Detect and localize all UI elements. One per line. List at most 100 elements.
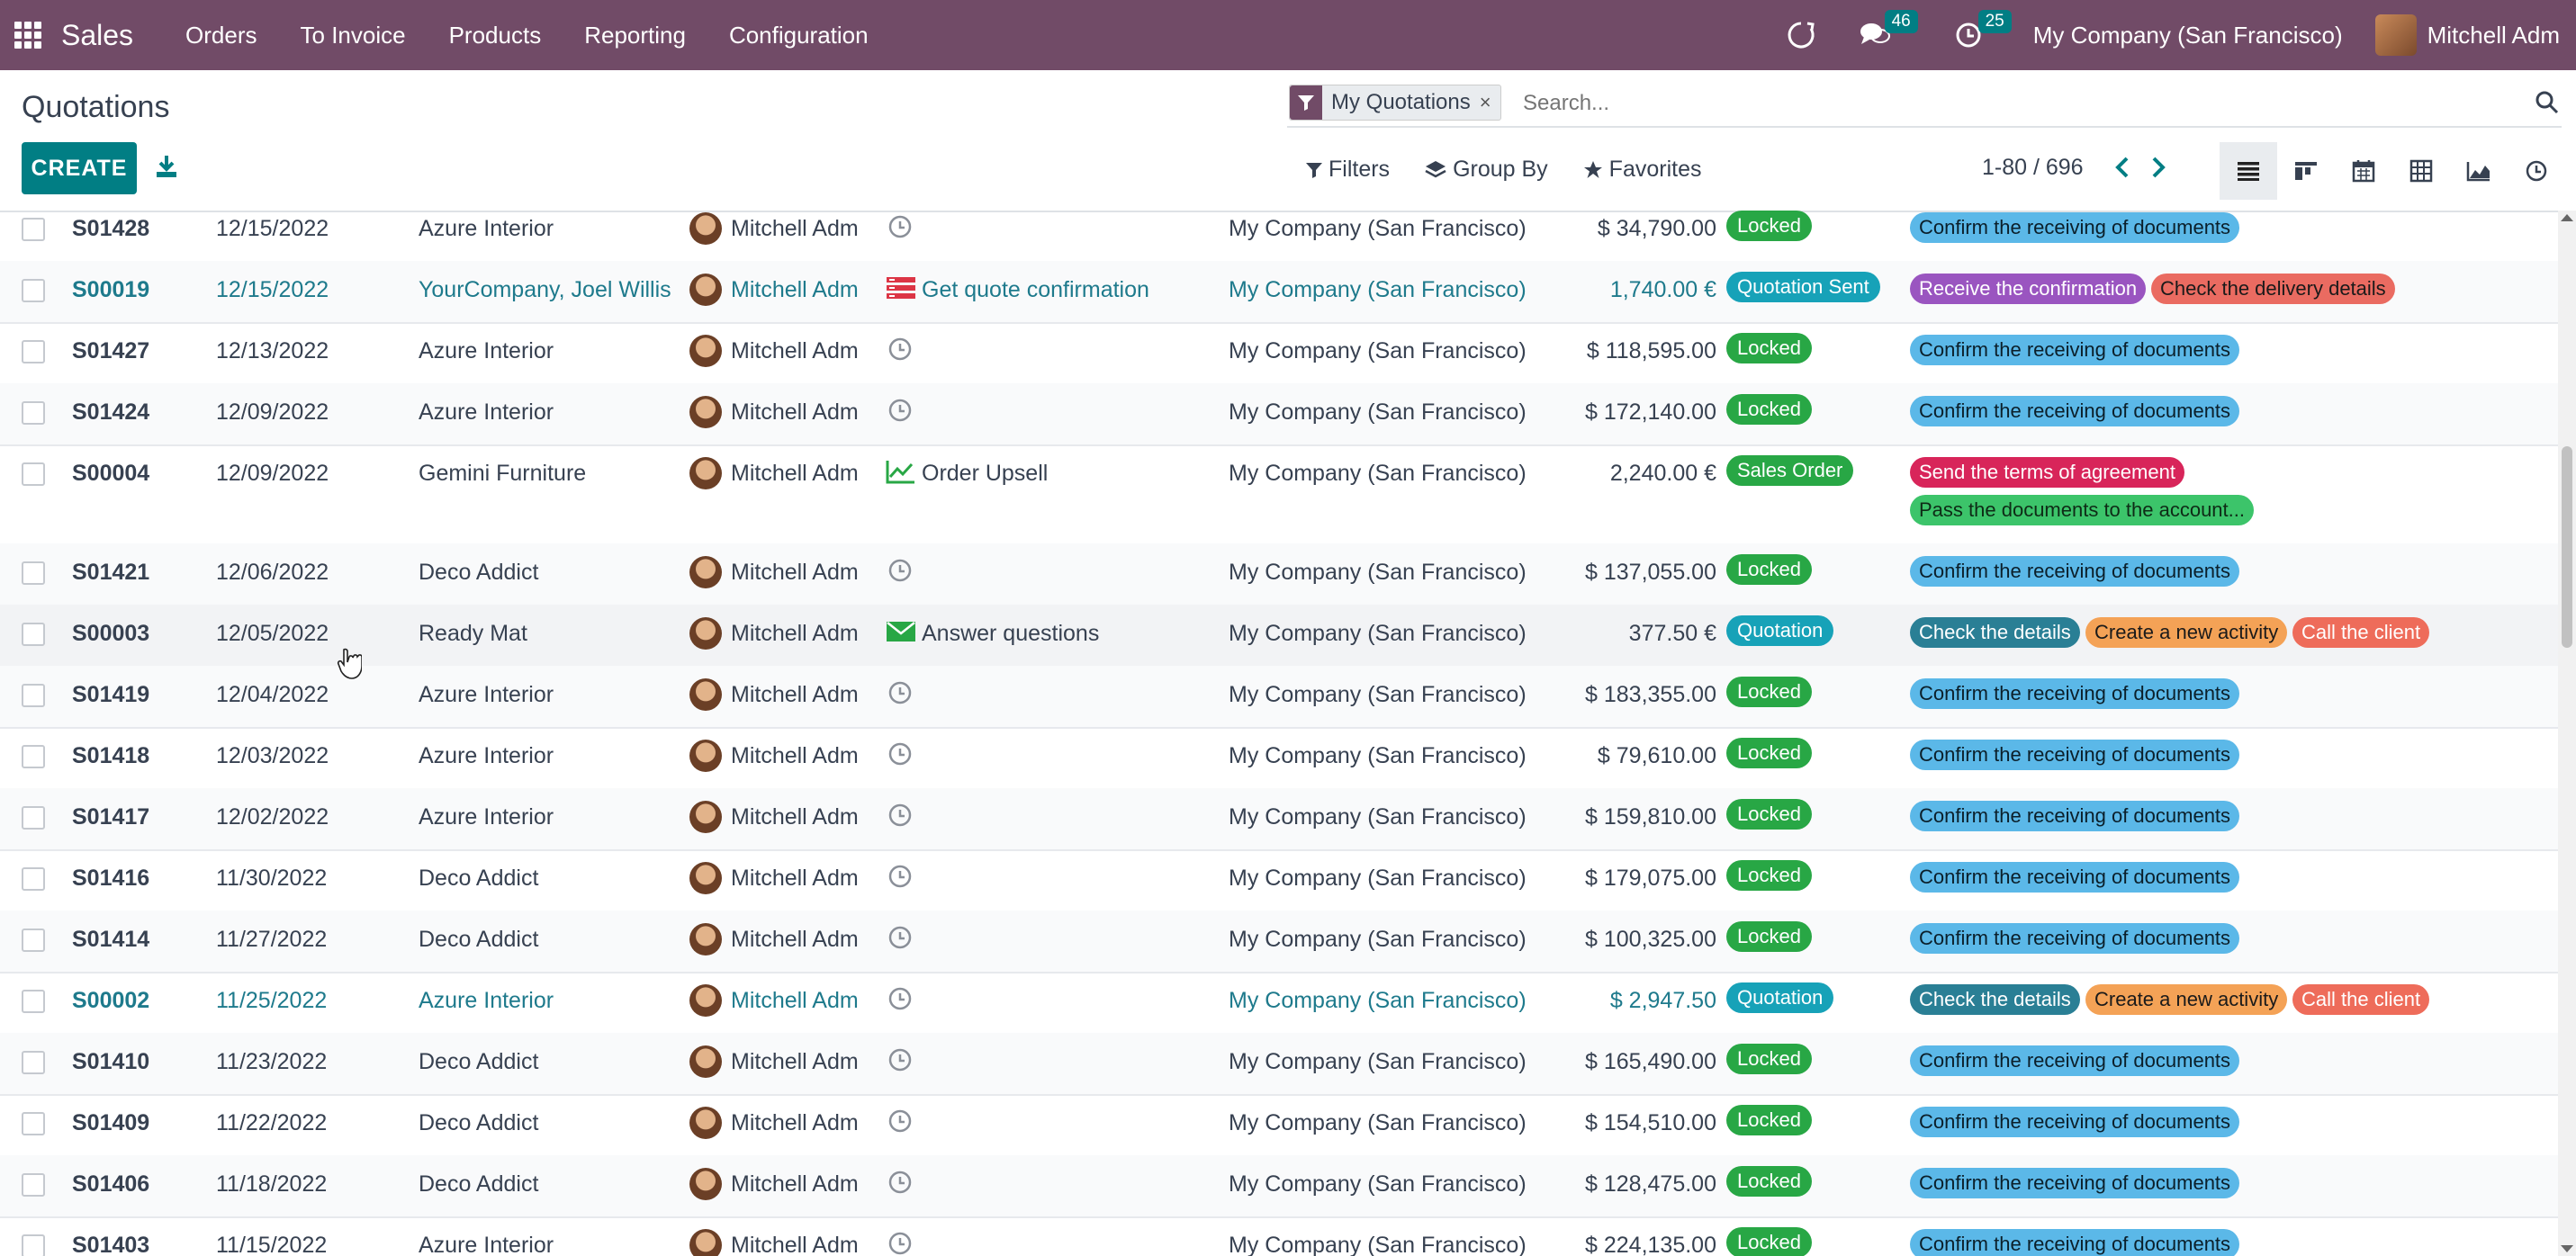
clock-icon[interactable] [887,986,913,1011]
row-checkbox[interactable] [22,462,45,486]
graph-view-icon[interactable] [2450,142,2508,200]
chart-icon[interactable] [886,459,916,484]
table-row[interactable]: S01406 11/18/2022 Deco Addict Mitchell Adm M… [0,1155,2558,1218]
row-checkbox[interactable] [22,1234,45,1256]
activity-tag[interactable]: Confirm the receiving of documents [1910,1168,2240,1198]
scroll-thumb[interactable] [2562,446,2572,648]
activity-tag[interactable]: Send the terms of agreement [1910,457,2184,488]
pager-previous-icon[interactable] [2112,151,2133,184]
menu-configuration[interactable]: Configuration [707,22,890,49]
activity-tag[interactable]: Confirm the receiving of documents [1910,1229,2240,1256]
table-row[interactable]: S01403 11/15/2022 Azure Interior Mitchell A… [0,1216,2558,1256]
activity-summary[interactable]: Answer questions [922,621,1099,647]
clock-icon[interactable] [887,925,913,950]
row-checkbox[interactable] [22,1173,45,1197]
search-icon[interactable] [2535,90,2562,117]
activity-tag[interactable]: Create a new activity [2085,984,2288,1015]
activity-tag[interactable]: Pass the documents to the account... [1910,495,2254,525]
clock-icon[interactable] [887,336,913,362]
search-input[interactable] [1521,86,2497,121]
pivot-view-icon[interactable] [2392,142,2450,200]
download-icon[interactable] [153,153,180,180]
app-name[interactable]: Sales [61,19,133,52]
activity-tag[interactable]: Confirm the receiving of documents [1910,862,2240,893]
table-row[interactable]: S01427 12/13/2022 Azure Interior Mitchell A… [0,322,2558,385]
activity-tag[interactable]: Confirm the receiving of documents [1910,678,2240,709]
activity-tag[interactable]: Call the client [2292,617,2430,648]
clock-icon[interactable] [887,1047,913,1072]
row-checkbox[interactable] [22,401,45,425]
clock-icon[interactable] [887,214,913,239]
activity-summary[interactable]: Get quote confirmation [922,277,1149,303]
activity-tag[interactable]: Check the details [1910,617,2080,648]
menu-reporting[interactable]: Reporting [563,22,707,49]
table-row[interactable]: S01414 11/27/2022 Deco Addict Mitchell Adm M… [0,911,2558,973]
row-checkbox[interactable] [22,561,45,585]
row-checkbox[interactable] [22,623,45,646]
user-menu[interactable]: Mitchell Adm [2427,22,2560,49]
activity-tag[interactable]: Confirm the receiving of documents [1910,335,2240,365]
table-row[interactable]: S01421 12/06/2022 Deco Addict Mitchell Adm M… [0,543,2558,606]
table-row[interactable]: S01419 12/04/2022 Azure Interior Mitchell A… [0,666,2558,729]
table-row[interactable]: S00002 11/25/2022 Azure Interior Mitchell A… [0,972,2558,1035]
activity-tag[interactable]: Confirm the receiving of documents [1910,556,2240,587]
vertical-scrollbar[interactable] [2558,211,2576,1256]
user-avatar[interactable] [2374,14,2417,56]
table-row[interactable]: S01416 11/30/2022 Deco Addict Mitchell Adm M… [0,849,2558,912]
table-row[interactable]: S01418 12/03/2022 Azure Interior Mitchell A… [0,727,2558,790]
pager-next-icon[interactable] [2148,151,2169,184]
menu-to-invoice[interactable]: To Invoice [279,22,428,49]
row-checkbox[interactable] [22,218,45,241]
row-checkbox[interactable] [22,806,45,830]
table-row[interactable]: S01424 12/09/2022 Azure Interior Mitchell A… [0,383,2558,446]
clock-icon[interactable] [887,680,913,705]
row-checkbox[interactable] [22,279,45,302]
clock-icon[interactable] [887,741,913,767]
activity-tag[interactable]: Confirm the receiving of documents [1910,801,2240,831]
clock-icon[interactable] [887,864,913,889]
activity-tag[interactable]: Create a new activity [2085,617,2288,648]
table-row[interactable]: S01428 12/15/2022 Azure Interior Mitchell A… [0,211,2558,263]
activity-tag[interactable]: Call the client [2292,984,2430,1015]
row-checkbox[interactable] [22,990,45,1013]
activities-icon[interactable]: 25 [1949,10,2012,55]
facet-remove-icon[interactable]: × [1480,91,1500,114]
activity-view-icon[interactable] [2508,142,2565,200]
activity-tag[interactable]: Receive the confirmation [1910,274,2147,304]
row-checkbox[interactable] [22,929,45,952]
table-row[interactable]: S00004 12/09/2022 Gemini Furniture Mitchell… [0,444,2558,545]
kanban-view-icon[interactable] [2277,142,2335,200]
group-by-button[interactable]: Group By [1424,157,1548,183]
activity-tag[interactable]: Confirm the receiving of documents [1910,1107,2240,1137]
table-row[interactable]: S01410 11/23/2022 Deco Addict Mitchell Adm M… [0,1033,2558,1096]
activity-tag[interactable]: Confirm the receiving of documents [1910,1045,2240,1076]
row-checkbox[interactable] [22,340,45,363]
menu-products[interactable]: Products [428,22,563,49]
envelope-icon[interactable] [886,619,916,644]
search-facet-my-quotations[interactable]: My Quotations × [1289,85,1501,121]
clock-icon[interactable] [887,803,913,828]
clock-icon[interactable] [887,398,913,423]
table-row[interactable]: S01417 12/02/2022 Azure Interior Mitchell A… [0,788,2558,851]
filters-button[interactable]: Filters [1305,157,1390,183]
favorites-button[interactable]: Favorites [1582,157,1701,183]
calendar-view-icon[interactable] [2335,142,2392,200]
table-row[interactable]: S00019 12/15/2022 YourCompany, Joel Willis… [0,261,2558,324]
activity-tag[interactable]: Check the delivery details [2151,274,2395,304]
messages-icon[interactable]: 46 [1855,10,1918,55]
row-checkbox[interactable] [22,745,45,768]
menu-orders[interactable]: Orders [164,22,278,49]
activity-summary[interactable]: Order Upsell [922,461,1048,487]
clock-icon[interactable] [887,1231,913,1256]
table-row[interactable]: S01409 11/22/2022 Deco Addict Mitchell Adm M… [0,1094,2558,1157]
list-icon[interactable] [886,275,916,301]
activity-tag[interactable]: Confirm the receiving of documents [1910,923,2240,954]
clock-icon[interactable] [887,558,913,583]
row-checkbox[interactable] [22,867,45,891]
pager-value[interactable]: 1-80 / 696 [1982,155,2084,181]
clock-icon[interactable] [887,1108,913,1134]
list-view-icon[interactable] [2220,142,2277,200]
create-button[interactable]: CREATE [22,142,137,194]
voip-icon[interactable] [1781,15,1821,55]
row-checkbox[interactable] [22,1051,45,1074]
